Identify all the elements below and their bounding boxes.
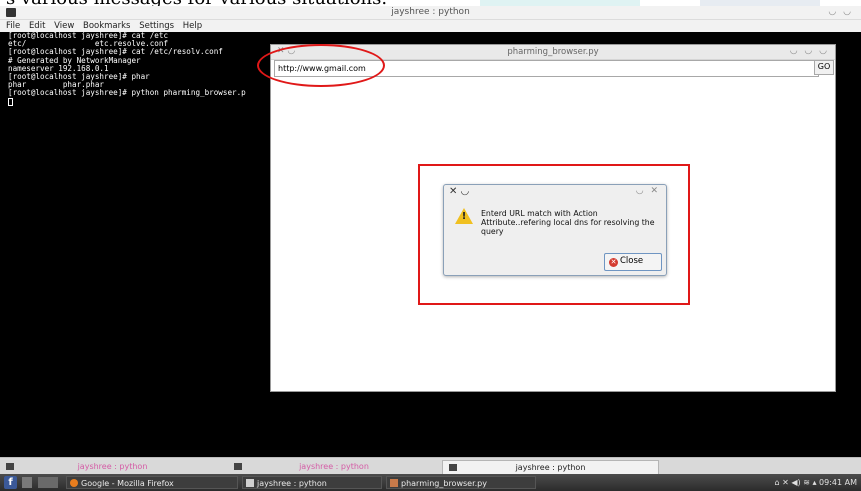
terminal-tab[interactable]: jayshree : python — [228, 460, 440, 473]
network-icon[interactable]: ⌂ — [775, 478, 780, 487]
terminal-tab-icon — [234, 463, 242, 470]
taskbar-item-label: Google - Mozilla Firefox — [81, 479, 174, 488]
taskbar-item-label: pharming_browser.py — [401, 479, 487, 488]
terminal-tab-label: jayshree : python — [77, 462, 148, 471]
terminal-titlebar[interactable]: jayshree : python ◡ ◡ — [0, 6, 861, 20]
alert-dialog: ✕ ◡ ◡ ✕ ! Enterd URL match with Action A… — [443, 184, 667, 276]
close-button[interactable]: ✕ Close — [604, 253, 662, 271]
system-tray: ⌂ ✕ ◀) ≋ ▴ 09:41 AM — [775, 476, 858, 489]
window-controls-icon[interactable]: ◡ ◡ — [828, 7, 853, 17]
terminal-icon — [246, 479, 254, 487]
menu-file[interactable]: File — [6, 21, 20, 31]
bluetooth-icon[interactable]: ✕ — [782, 478, 789, 487]
menu-settings[interactable]: Settings — [139, 21, 174, 31]
terminal-cursor — [8, 97, 13, 106]
terminal-tab[interactable]: jayshree : python — [0, 460, 225, 473]
close-button-label: Close — [620, 256, 644, 266]
terminal-tab-label: jayshree : python — [299, 462, 369, 471]
window-controls-icon[interactable]: ◡ ◡ ◡ — [790, 46, 829, 56]
tray-arrow-icon[interactable]: ▴ — [812, 478, 816, 487]
menu-view[interactable]: View — [54, 21, 74, 31]
warning-exclamation-icon: ! — [461, 211, 467, 222]
taskbar-item[interactable]: Google - Mozilla Firefox — [66, 476, 238, 489]
terminal-tab-icon — [6, 463, 14, 470]
volume-icon[interactable]: ◀) — [791, 478, 800, 487]
firefox-icon — [70, 479, 78, 487]
terminal-line: [root@localhost jayshree]# python pharmi… — [8, 88, 246, 98]
menu-help[interactable]: Help — [183, 21, 202, 31]
terminal-tab-active[interactable]: jayshree : python — [442, 460, 659, 475]
terminal-tab-icon — [449, 464, 457, 471]
dialog-titlebar[interactable]: ✕ ◡ ◡ ✕ — [444, 185, 666, 199]
bottom-panel: f Google - Mozilla Firefox jayshree : py… — [0, 474, 861, 491]
show-desktop-icon[interactable] — [22, 477, 32, 488]
facebook-icon[interactable]: f — [4, 476, 17, 489]
go-button[interactable]: GO — [814, 60, 834, 75]
pager-icon[interactable] — [38, 477, 58, 488]
dialog-controls-icon[interactable]: ◡ ✕ — [636, 186, 660, 196]
terminal-tab-label: jayshree : python — [515, 463, 586, 472]
annotation-ellipse — [257, 44, 385, 87]
dialog-menu-icon[interactable]: ✕ ◡ — [449, 186, 469, 197]
menu-edit[interactable]: Edit — [29, 21, 45, 31]
taskbar-item[interactable]: jayshree : python — [242, 476, 382, 489]
wifi-icon[interactable]: ≋ — [803, 478, 810, 487]
python-app-icon — [390, 479, 398, 487]
menu-bookmarks[interactable]: Bookmarks — [83, 21, 131, 31]
terminal-tabbar: jayshree : python jayshree : python jays… — [0, 457, 861, 475]
clock[interactable]: 09:41 AM — [819, 478, 857, 487]
taskbar-item[interactable]: pharming_browser.py — [386, 476, 536, 489]
close-icon: ✕ — [609, 258, 618, 267]
dialog-message: Enterd URL match with Action Attribute..… — [481, 209, 655, 236]
terminal-title: jayshree : python — [391, 7, 470, 17]
taskbar-item-label: jayshree : python — [257, 479, 327, 488]
terminal-lines: [root@localhost jayshree]# cat /etc etc/ … — [8, 31, 246, 106]
